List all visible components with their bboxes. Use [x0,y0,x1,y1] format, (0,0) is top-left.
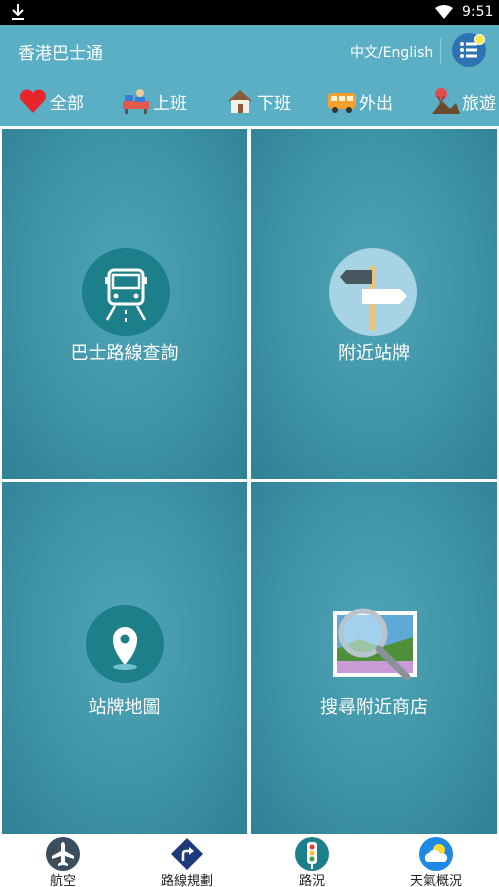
app-bar: 香港巴士通 中文/English [0,25,499,76]
magnifier-photo-icon [333,608,417,681]
category-all[interactable]: 全部 [18,84,84,118]
category-home[interactable]: 下班 [225,84,291,118]
main-grid: 巴士路線查詢 附近站牌 站牌地圖 搜尋附近商店 [0,126,499,834]
tile-label: 站牌地圖 [88,697,161,718]
bus-icon [82,248,170,336]
tile-stop-map[interactable]: 站牌地圖 [2,482,247,834]
category-travel[interactable]: 旅遊 [430,84,496,118]
home-icon [228,90,252,113]
menu-button[interactable] [452,33,486,67]
category-work[interactable]: 上班 [121,84,187,118]
tile-label: 巴士路線查詢 [70,343,179,364]
app-title: 香港巴士通 [18,44,103,64]
tile-bus-route[interactable]: 巴士路線查詢 [2,129,247,479]
wifi-icon [435,5,453,19]
tile-nearby-stops[interactable]: 附近站牌 [251,129,497,479]
nav-label: 天氣概況 [409,874,462,887]
category-out[interactable]: 外出 [327,84,393,118]
bus-front-icon [328,93,356,113]
category-label: 下班 [257,93,291,114]
language-toggle[interactable]: 中文/English [350,42,433,62]
tile-label: 搜尋附近商店 [320,697,428,718]
heart-icon [20,89,46,113]
nav-label: 路線規劃 [160,874,213,887]
nav-weather[interactable]: 天氣概況 [374,834,498,887]
tile-search-shops[interactable]: 搜尋附近商店 [251,482,497,834]
notification-dot [474,34,485,45]
category-label: 上班 [153,93,187,114]
traffic-light-icon [295,837,329,871]
hot-air-balloon-icon [432,88,460,114]
map-pin-icon [86,605,164,683]
divider [440,38,441,64]
download-icon [12,4,24,20]
status-bar: 9:51 [0,0,499,25]
bottom-nav: 航空 路線規劃 路況 天氣概況 [0,834,499,887]
weather-icon [419,837,453,871]
category-label: 旅遊 [462,93,496,114]
category-label: 外出 [359,93,393,114]
nav-label: 路況 [298,874,325,887]
office-desk-icon [123,89,149,114]
nav-flights[interactable]: 航空 [1,834,125,887]
nav-route-planning[interactable]: 路線規劃 [125,834,249,887]
airplane-icon [46,837,80,871]
nav-traffic[interactable]: 路況 [250,834,374,887]
category-label: 全部 [50,93,84,114]
clock: 9:51 [462,4,494,20]
category-bar: 全部 上班 下班 外出 旅遊 [0,76,499,126]
nav-label: 航空 [49,874,76,887]
route-turn-icon [171,838,203,870]
tile-label: 附近站牌 [338,343,410,364]
signpost-icon [329,248,417,336]
